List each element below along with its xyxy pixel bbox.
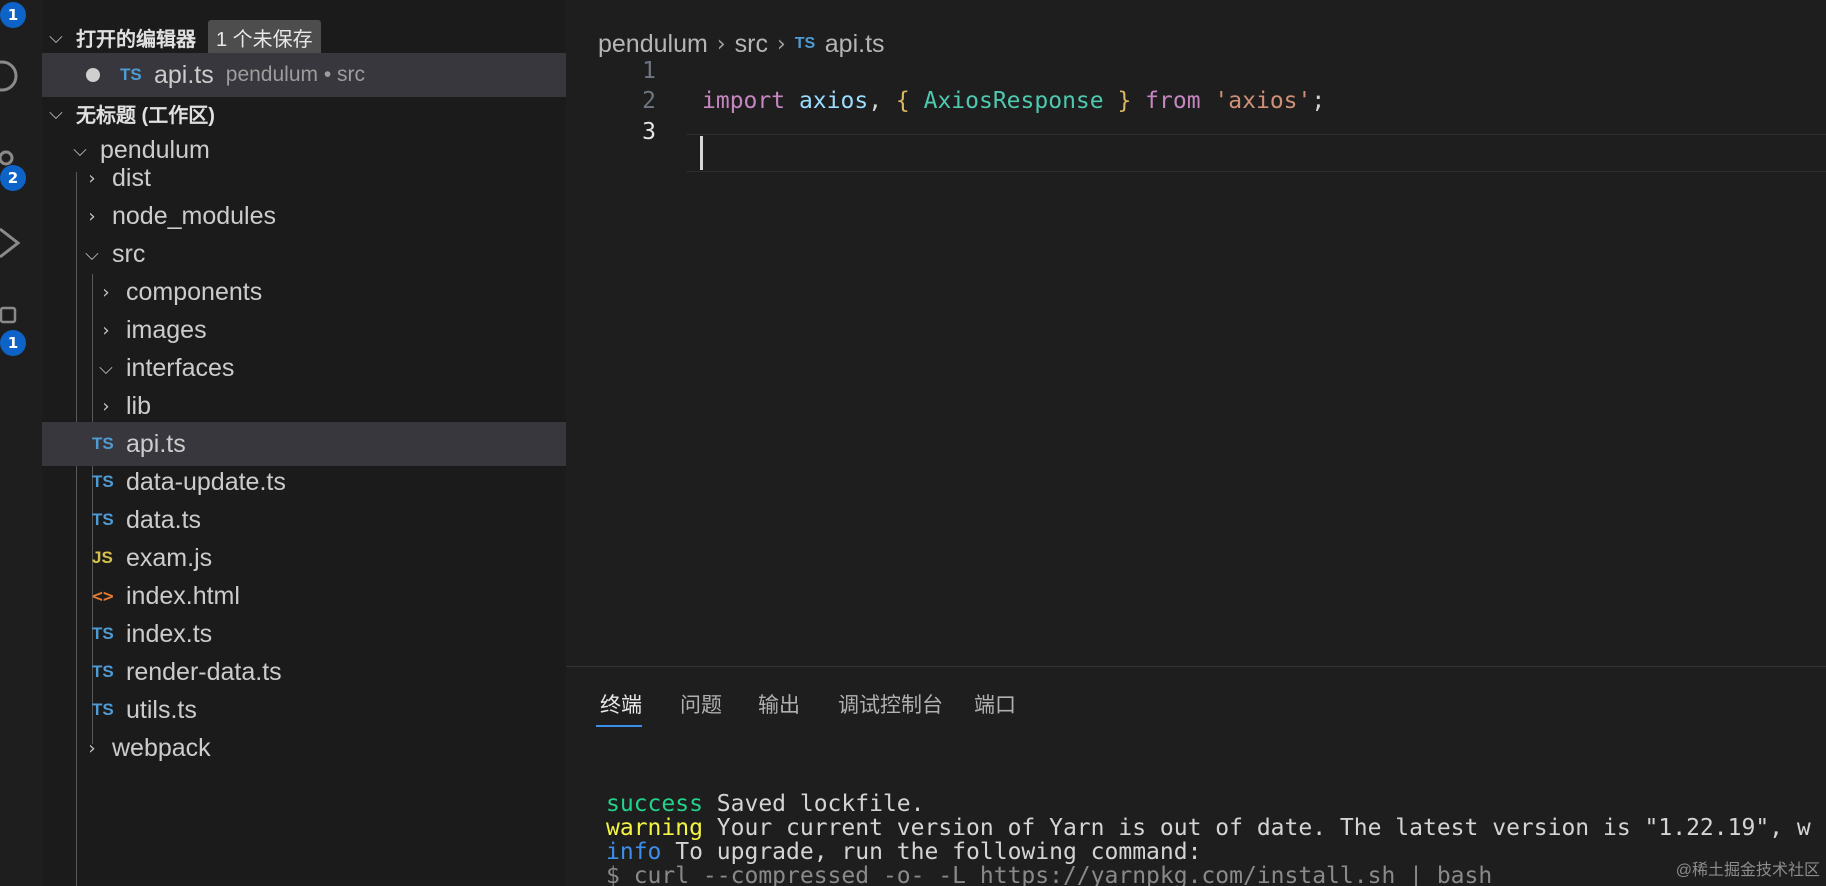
terminal-tag: warning — [606, 815, 703, 841]
activity-bar: 1 2 1 — [0, 0, 42, 886]
terminal-line: warning Your current version of Yarn is … — [606, 815, 1811, 841]
terminal-tag: info — [606, 839, 662, 865]
chevron-right-icon: › — [102, 319, 110, 341]
typescript-file-icon: TS — [92, 624, 114, 643]
chevron-right-icon: › — [716, 31, 726, 57]
chevron-right-icon: › — [88, 167, 96, 189]
tree-item-label: dist — [112, 163, 151, 192]
breadcrumb-folder[interactable]: src — [735, 30, 768, 59]
line-number: 3 — [642, 119, 656, 145]
tab-ports[interactable]: 端口 — [974, 689, 1016, 719]
terminal-tag: success — [606, 791, 703, 817]
extensions-icon[interactable] — [0, 306, 20, 326]
terminal-line: success Saved lockfile. — [606, 791, 925, 817]
code-brace: { — [882, 88, 910, 114]
current-line-highlight — [686, 134, 1826, 172]
typescript-file-icon: TS — [92, 434, 114, 453]
explorer-sidebar: ⌵ 打开的编辑器 1 个未保存 TS api.ts pendulum • src… — [42, 0, 566, 886]
unsaved-count-badge: 1 个未保存 — [208, 19, 321, 55]
tab-output[interactable]: 输出 — [758, 689, 800, 719]
typescript-file-icon: TS — [92, 510, 114, 529]
code-brace: } — [1103, 88, 1132, 114]
chevron-down-icon: ⌵ — [99, 357, 113, 379]
tree-item-label: data-update.ts — [126, 467, 286, 496]
code-editor[interactable]: pendulum › src › TS api.ts 1 2 3 import … — [566, 0, 1826, 666]
terminal-text: Your current version of Yarn is out of d… — [702, 815, 1811, 841]
chevron-down-icon: ⌵ — [49, 102, 63, 124]
source-control-badge: 2 — [0, 165, 26, 191]
tab-debug-console[interactable]: 调试控制台 — [838, 689, 943, 719]
chevron-right-icon: › — [88, 205, 96, 227]
code-punct: ; — [1311, 88, 1326, 114]
code-line[interactable]: import axios, { AxiosResponse } from 'ax… — [702, 88, 1325, 114]
chevron-right-icon: › — [88, 737, 96, 759]
tree-item-label: data.ts — [126, 505, 202, 534]
text-cursor — [700, 136, 703, 170]
chevron-right-icon: › — [102, 281, 110, 303]
active-tab-indicator — [596, 725, 642, 727]
typescript-file-icon: TS — [92, 662, 114, 681]
typescript-file-icon: TS — [92, 700, 114, 719]
terminal-text: To upgrade, run the following command: — [661, 839, 1202, 865]
tree-item-label: lib — [126, 391, 152, 420]
code-string: 'axios' — [1200, 88, 1312, 114]
breadcrumb-folder[interactable]: pendulum — [598, 30, 708, 59]
unsaved-dot-icon[interactable] — [86, 68, 100, 82]
chevron-down-icon: ⌵ — [85, 243, 99, 265]
tab-problems[interactable]: 问题 — [680, 689, 722, 719]
typescript-file-icon: TS — [92, 472, 114, 491]
run-debug-icon[interactable] — [0, 226, 22, 260]
tree-item-label: api.ts — [126, 429, 186, 458]
open-editor-path: pendulum • src — [225, 63, 366, 86]
chevron-down-icon: ⌵ — [49, 26, 63, 48]
tree-item-label: src — [112, 239, 146, 268]
terminal-line: info To upgrade, run the following comma… — [606, 839, 1201, 865]
tree-item-label: images — [126, 315, 207, 344]
javascript-file-icon: JS — [92, 548, 113, 567]
watermark: @稀土掘金技术社区 — [1675, 862, 1820, 879]
tree-item-label: index.html — [126, 581, 240, 610]
search-icon[interactable] — [0, 58, 26, 94]
tree-item-label: exam.js — [126, 543, 213, 572]
typescript-file-icon: TS — [794, 35, 816, 52]
terminal-text: Saved lockfile. — [702, 791, 925, 817]
tree-item-label: render-data.ts — [126, 657, 282, 686]
tree-item-label: node_modules — [112, 201, 277, 230]
line-number: 1 — [642, 58, 656, 84]
open-editors-title: 打开的编辑器 — [76, 28, 196, 51]
code-keyword: import — [702, 88, 786, 114]
breadcrumb-file[interactable]: api.ts — [825, 30, 885, 59]
terminal-text: $ curl --compressed -o- -L https://yarnp… — [606, 863, 1493, 886]
workspace-title: 无标题 (工作区) — [76, 104, 215, 127]
typescript-file-icon: TS — [120, 65, 142, 84]
code-identifier: axios — [785, 88, 869, 114]
code-type: AxiosResponse — [909, 88, 1104, 114]
tree-item-label: components — [126, 277, 263, 306]
tree-item-webpack[interactable]: › webpack — [42, 726, 566, 770]
tree-item-label: utils.ts — [126, 695, 197, 724]
tree-item-label: webpack — [112, 733, 211, 762]
tree-item-label: interfaces — [126, 353, 235, 382]
open-editor-filename: api.ts — [154, 60, 214, 89]
code-keyword: from — [1131, 88, 1201, 114]
code-punct: , — [868, 88, 883, 114]
notification-badge: 1 — [0, 2, 26, 28]
html-file-icon: <> — [92, 585, 114, 607]
chevron-right-icon: › — [776, 31, 786, 57]
extensions-badge: 1 — [0, 330, 26, 356]
tab-terminal[interactable]: 终端 — [600, 689, 642, 719]
tree-item-label: index.ts — [126, 619, 213, 648]
terminal-line: $ curl --compressed -o- -L https://yarnp… — [606, 863, 1492, 886]
bottom-panel: 终端 问题 输出 调试控制台 端口 success Saved lockfile… — [566, 666, 1826, 886]
chevron-right-icon: › — [102, 395, 110, 417]
line-number: 2 — [642, 88, 656, 114]
